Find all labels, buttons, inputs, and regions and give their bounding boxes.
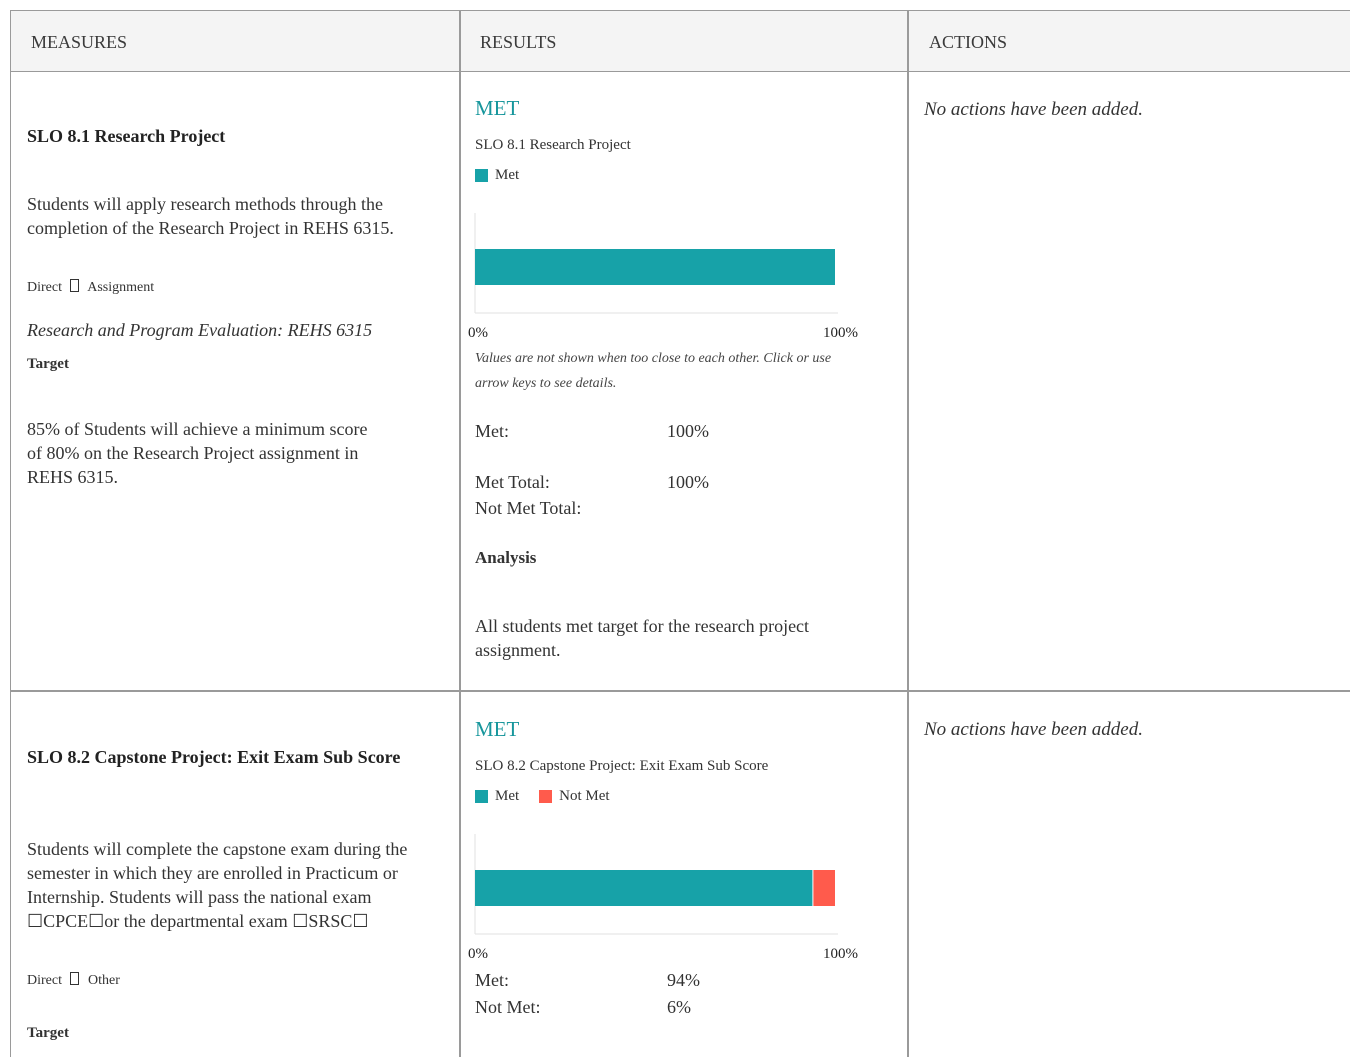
result-chart[interactable]: 0% 100% (466, 205, 876, 345)
table-left-border (10, 10, 11, 1057)
total-label-not-met: Not Met Total: (475, 498, 582, 518)
measure-description: Students will complete the capstone exam… (27, 839, 408, 931)
result-chart[interactable]: 0% 100% (466, 826, 876, 966)
measure-type: Direct Assignment (27, 279, 154, 296)
bar-not-met[interactable] (813, 870, 835, 906)
legend-swatch-met (475, 790, 488, 803)
tick-label-min: 0% (468, 946, 488, 962)
measure-title: SLO 8.2 Capstone Project: Exit Exam Sub … (27, 747, 401, 767)
target-text: 85% of Students will achieve a minimum s… (27, 419, 368, 487)
legend-swatch-not-met (539, 790, 553, 803)
legend-label-not-met: Not Met (559, 788, 610, 804)
measure-type: Direct Other (27, 972, 120, 989)
table-header (11, 11, 1350, 71)
actions-text: No actions have been added. (924, 719, 1143, 740)
bar-met[interactable] (475, 870, 813, 906)
header-results: RESULTS (480, 32, 557, 52)
header-bottom-border (10, 71, 1350, 72)
legend-label-met: Met (495, 788, 520, 804)
assessment-table: MEASURES RESULTS ACTIONS SLO 8.1 Researc… (0, 0, 1350, 1057)
measure-type-label: Direct (27, 280, 62, 295)
measure-type-detail: Assignment (87, 280, 155, 295)
value-met: 100% (667, 421, 709, 441)
value-met: 94% (667, 970, 700, 990)
tick-label-min: 0% (468, 325, 488, 341)
value-label-met: Met: (475, 970, 509, 990)
measure-type-label: Direct (27, 973, 62, 988)
tick-label-max: 100% (823, 946, 858, 962)
analysis-label: Analysis (475, 548, 537, 567)
value-label-met: Met: (475, 421, 509, 441)
table-top-border (10, 10, 1350, 11)
value-label-not-met: Not Met: (475, 997, 541, 1017)
result-status: MET (475, 717, 520, 741)
chart-title: SLO 8.1 Research Project (475, 137, 631, 153)
total-label-met: Met Total: (475, 472, 550, 492)
tick-label-max: 100% (823, 325, 858, 341)
row-divider (10, 690, 1350, 692)
bar-met[interactable] (475, 249, 835, 285)
target-label: Target (27, 1025, 69, 1041)
header-actions: ACTIONS (929, 32, 1008, 52)
measure-course: Research and Program Evaluation: REHS 63… (27, 320, 373, 340)
target-label: Target (27, 356, 69, 372)
measure-title: SLO 8.1 Research Project (27, 126, 226, 146)
header-measures: MEASURES (31, 32, 128, 52)
chart-legend: Met Not Met (475, 788, 610, 805)
measure-type-detail: Other (87, 973, 120, 988)
chart-note: Values are not shown when too close to e… (475, 351, 832, 391)
value-not-met: 6% (667, 997, 691, 1017)
box-icon (70, 972, 80, 985)
legend-swatch-met (475, 169, 488, 182)
chart-legend: Met (475, 167, 519, 184)
column-divider-actions (907, 10, 909, 1057)
box-icon (70, 279, 80, 292)
measure-description: Students will apply research methods thr… (27, 194, 394, 238)
legend-label-met: Met (495, 167, 520, 183)
actions-text: No actions have been added. (924, 99, 1143, 120)
total-met: 100% (667, 472, 709, 492)
chart-title: SLO 8.2 Capstone Project: Exit Exam Sub … (475, 758, 769, 774)
result-status: MET (475, 96, 520, 120)
analysis-text: All students met target for the research… (475, 616, 810, 660)
column-divider-results (459, 10, 461, 1057)
